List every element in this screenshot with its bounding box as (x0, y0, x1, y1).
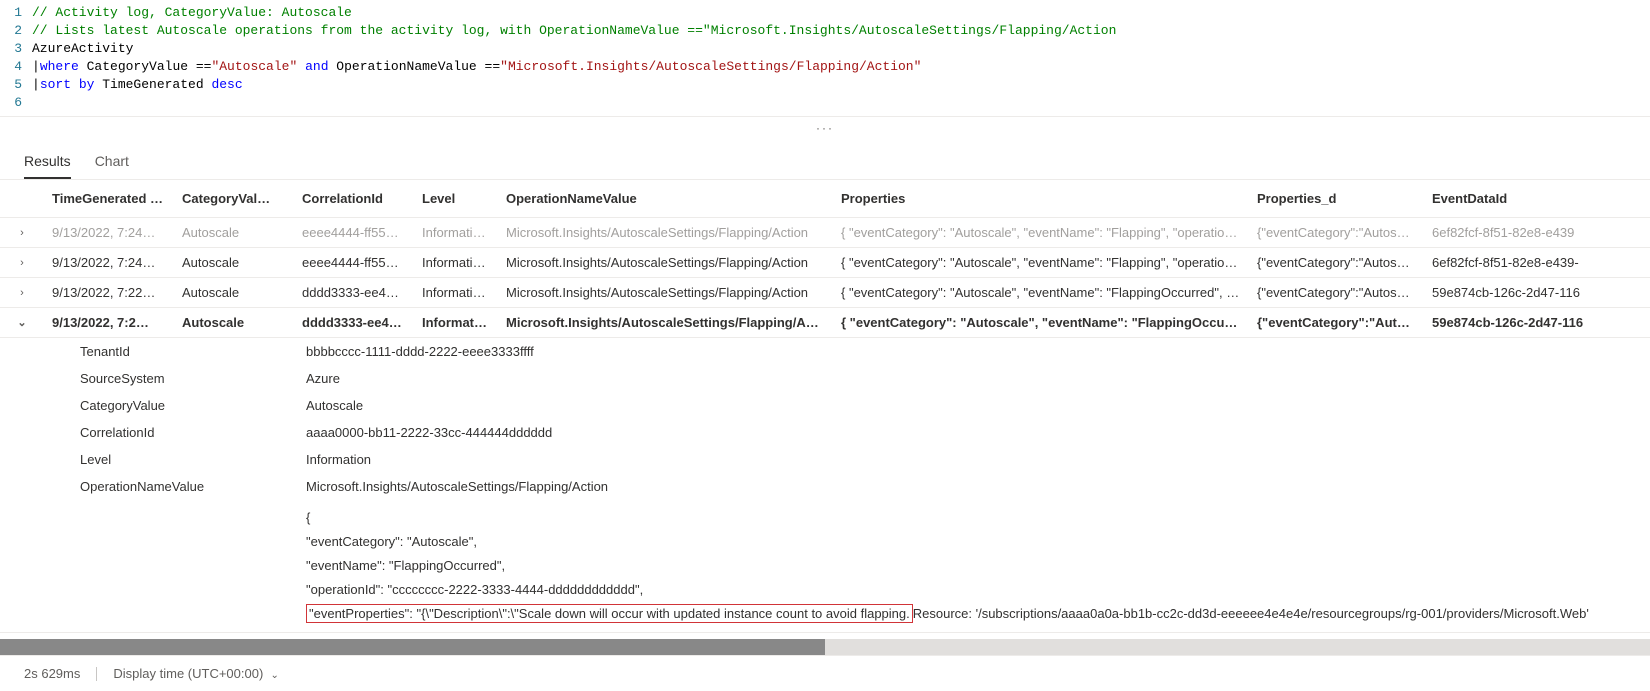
detail-row: CategoryValueAutoscale (0, 392, 1650, 419)
cell-eventdataid: 6ef82fcf-8f51-82e8-e439 (1424, 225, 1650, 240)
cell-category: Autoscale (174, 225, 294, 240)
detail-json-block: { "eventCategory": "Autoscale", "eventNa… (0, 500, 1650, 632)
expand-toggle[interactable]: › (0, 257, 44, 269)
detail-value: Azure (300, 371, 1650, 386)
detail-key: CategoryValue (0, 398, 300, 413)
detail-value: aaaa0000-bb11-2222-33cc-444444dddddd (300, 425, 1650, 440)
cell-time: 9/13/2022, 7:2… (44, 315, 174, 330)
line-number: 6 (0, 94, 32, 112)
col-level[interactable]: Level (414, 191, 498, 206)
cell-correlation: eeee4444-ff55… (294, 225, 414, 240)
line-number: 5 (0, 76, 32, 94)
detail-key: CorrelationId (0, 425, 300, 440)
result-tabs: Results Chart (0, 139, 1650, 180)
table-row[interactable]: ›9/13/2022, 7:24…Autoscaleeeee4444-ff55…… (0, 248, 1650, 278)
json-line: "eventCategory": "Autoscale", (306, 530, 1650, 554)
line-number: 4 (0, 58, 32, 76)
table-row[interactable]: ›9/13/2022, 7:24…Autoscaleeeee4444-ff55…… (0, 218, 1650, 248)
col-timegenerated[interactable]: TimeGenerated [U… (44, 191, 174, 206)
json-line: "eventName": "FlappingOccurred", (306, 554, 1650, 578)
cell-operation: Microsoft.Insights/AutoscaleSettings/Fla… (498, 225, 833, 240)
cell-properties: { "eventCategory": "Autoscale", "eventNa… (833, 285, 1249, 300)
detail-value: Microsoft.Insights/AutoscaleSettings/Fla… (300, 479, 1650, 494)
cell-properties: { "eventCategory": "Autoscale", "eventNa… (833, 255, 1249, 270)
detail-row: TenantIdbbbbcccc-1111-dddd-2222-eeee3333… (0, 338, 1650, 365)
cell-properties-d: {"eventCategory":"Autosca… (1249, 255, 1424, 270)
code-line[interactable]: // Lists latest Autoscale operations fro… (32, 22, 1650, 40)
col-correlationid[interactable]: CorrelationId (294, 191, 414, 206)
col-operationnamevalue[interactable]: OperationNameValue (498, 191, 833, 206)
code-line[interactable] (32, 94, 1650, 112)
code-line[interactable]: // Activity log, CategoryValue: Autoscal… (32, 4, 1650, 22)
line-number: 3 (0, 40, 32, 58)
cell-eventdataid: 59e874cb-126c-2d47-116 (1424, 315, 1650, 330)
cell-operation: Microsoft.Insights/AutoscaleSettings/Fla… (498, 285, 833, 300)
cell-category: Autoscale (174, 315, 294, 330)
col-categoryvalue[interactable]: CategoryVal… (174, 191, 294, 206)
line-number: 1 (0, 4, 32, 22)
highlight-box: "eventProperties": "{\"Description\":\"S… (306, 604, 913, 623)
cell-category: Autoscale (174, 255, 294, 270)
cell-level: Informat… (414, 315, 498, 330)
cell-correlation: dddd3333-ee44… (294, 285, 414, 300)
tab-chart[interactable]: Chart (95, 147, 129, 179)
code-line[interactable]: AzureActivity (32, 40, 1650, 58)
expand-toggle[interactable]: › (0, 287, 44, 299)
detail-key: SourceSystem (0, 371, 300, 386)
cell-level: Informati… (414, 285, 498, 300)
cell-correlation: dddd3333-ee44… (294, 315, 414, 330)
detail-row: LevelInformation (0, 446, 1650, 473)
detail-row: CorrelationIdaaaa0000-bb11-2222-33cc-444… (0, 419, 1650, 446)
code-line[interactable]: |where CategoryValue =="Autoscale" and O… (32, 58, 1650, 76)
separator (96, 667, 97, 681)
cell-properties: { "eventCategory": "Autoscale", "eventNa… (833, 225, 1249, 240)
cell-properties-d: {"eventCategory":"Autosc… (1249, 315, 1424, 330)
cell-category: Autoscale (174, 285, 294, 300)
expand-toggle[interactable]: › (0, 227, 44, 239)
cell-time: 9/13/2022, 7:22… (44, 285, 174, 300)
detail-key: Level (0, 452, 300, 467)
horizontal-scrollbar[interactable] (0, 639, 1650, 655)
cell-eventdataid: 6ef82fcf-8f51-82e8-e439- (1424, 255, 1650, 270)
results-panel: TimeGenerated [U… CategoryVal… Correlati… (0, 180, 1650, 633)
json-line-highlighted: "eventProperties": "{\"Description\":\"S… (306, 602, 1650, 626)
detail-row: SourceSystemAzure (0, 365, 1650, 392)
cell-operation: Microsoft.Insights/AutoscaleSettings/Fla… (498, 315, 833, 330)
tab-results[interactable]: Results (24, 147, 71, 179)
table-row[interactable]: ⌄9/13/2022, 7:2…Autoscaledddd3333-ee44…I… (0, 308, 1650, 338)
cell-level: Informati… (414, 255, 498, 270)
cell-properties: { "eventCategory": "Autoscale", "eventNa… (833, 315, 1249, 330)
json-line: { (306, 506, 1650, 530)
cell-properties-d: {"eventCategory":"Autosca… (1249, 225, 1424, 240)
cell-operation: Microsoft.Insights/AutoscaleSettings/Fla… (498, 255, 833, 270)
col-eventdataid[interactable]: EventDataId (1424, 191, 1650, 206)
detail-value: Information (300, 452, 1650, 467)
results-header-row: TimeGenerated [U… CategoryVal… Correlati… (0, 180, 1650, 218)
col-properties-d[interactable]: Properties_d (1249, 191, 1424, 206)
expand-toggle[interactable]: ⌄ (0, 316, 44, 329)
cell-level: Informati… (414, 225, 498, 240)
collapse-handle[interactable]: ··· (0, 117, 1650, 139)
detail-key: TenantId (0, 344, 300, 359)
line-number: 2 (0, 22, 32, 40)
cell-properties-d: {"eventCategory":"Autosca… (1249, 285, 1424, 300)
display-time-picker[interactable]: Display time (UTC+00:00) ⌄ (113, 666, 279, 681)
json-line-tail: Resource: '/subscriptions/aaaa0a0a-bb1b-… (913, 606, 1589, 621)
cell-time: 9/13/2022, 7:24… (44, 225, 174, 240)
detail-value: bbbbcccc-1111-dddd-2222-eeee3333ffff (300, 344, 1650, 359)
detail-row: OperationNameValueMicrosoft.Insights/Aut… (0, 473, 1650, 500)
detail-key: OperationNameValue (0, 479, 300, 494)
col-properties[interactable]: Properties (833, 191, 1249, 206)
query-editor[interactable]: 1// Activity log, CategoryValue: Autosca… (0, 0, 1650, 117)
detail-value: Autoscale (300, 398, 1650, 413)
table-row[interactable]: ›9/13/2022, 7:22…Autoscaledddd3333-ee44…… (0, 278, 1650, 308)
cell-eventdataid: 59e874cb-126c-2d47-116 (1424, 285, 1650, 300)
json-line: "operationId": "cccccccc-2222-3333-4444-… (306, 578, 1650, 602)
chevron-down-icon: ⌄ (271, 670, 279, 681)
code-line[interactable]: |sort by TimeGenerated desc (32, 76, 1650, 94)
cell-correlation: eeee4444-ff55… (294, 255, 414, 270)
cell-time: 9/13/2022, 7:24… (44, 255, 174, 270)
expanded-detail: TenantIdbbbbcccc-1111-dddd-2222-eeee3333… (0, 338, 1650, 633)
query-duration: 2s 629ms (24, 666, 80, 681)
